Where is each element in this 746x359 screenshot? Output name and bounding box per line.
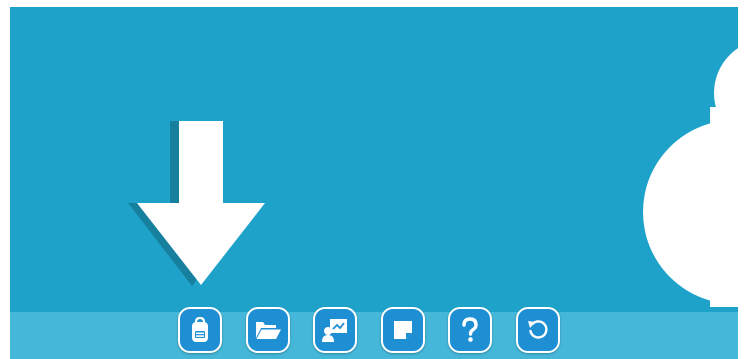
presenter-board-icon xyxy=(321,317,349,343)
backpack-icon xyxy=(189,317,211,343)
sticky-note-icon xyxy=(392,319,414,341)
help-icon xyxy=(460,317,480,343)
backpack-button[interactable]: backpack xyxy=(178,307,222,353)
help-button[interactable]: help xyxy=(448,307,492,353)
undo-button[interactable]: undo xyxy=(516,307,560,353)
note-button[interactable]: note xyxy=(381,307,425,353)
folder-open-icon xyxy=(254,319,282,341)
cloud-shape-icon xyxy=(643,48,738,307)
open-folder-button[interactable]: open-folder xyxy=(246,307,290,353)
bottom-toolbar xyxy=(10,312,738,359)
undo-icon xyxy=(526,318,550,342)
canvas-stage: backpack open-folder presentation xyxy=(10,7,738,359)
presentation-button[interactable]: presentation xyxy=(313,307,357,353)
